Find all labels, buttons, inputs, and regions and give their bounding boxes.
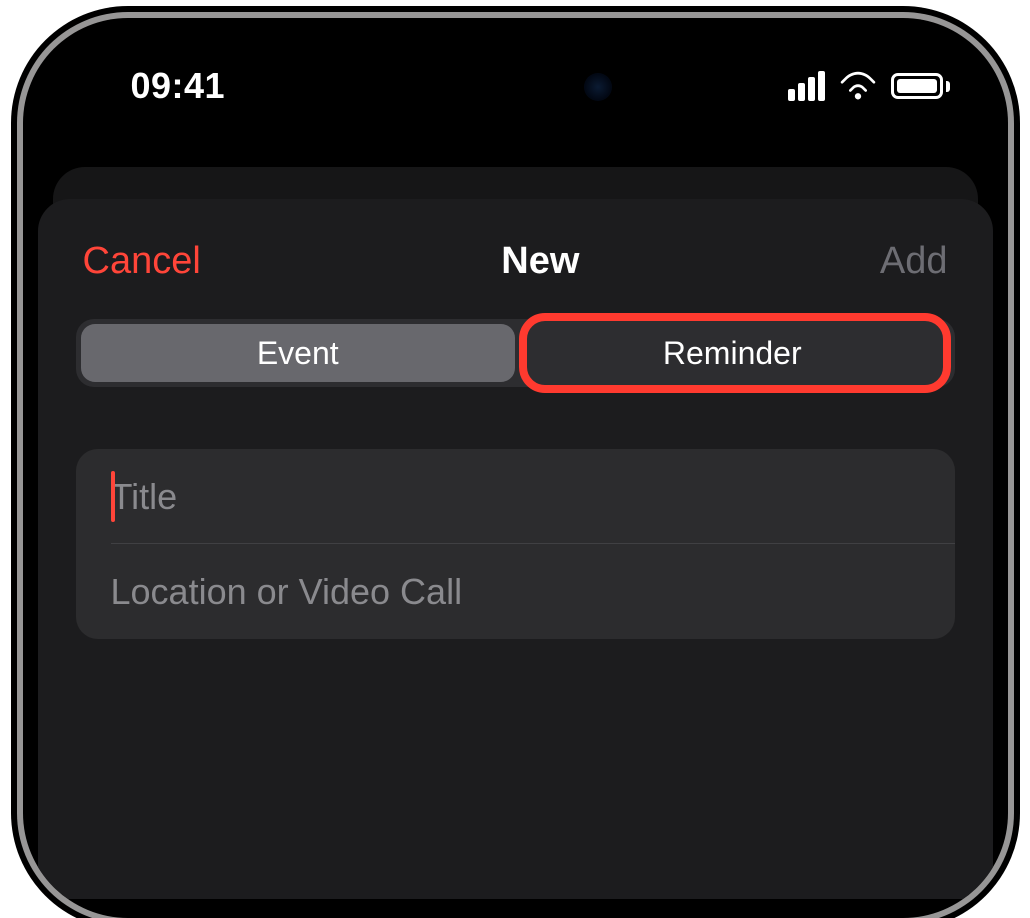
title-input[interactable]	[111, 476, 920, 518]
cellular-icon	[788, 71, 825, 101]
modal-title: New	[501, 240, 579, 283]
add-button[interactable]: Add	[880, 240, 948, 283]
segment-reminder[interactable]: Reminder	[515, 324, 950, 382]
status-icons	[788, 71, 950, 101]
modal-header: Cancel New Add	[38, 231, 993, 291]
cancel-button[interactable]: Cancel	[83, 240, 201, 283]
title-row[interactable]	[76, 449, 955, 544]
details-form-group	[76, 449, 955, 639]
phone-frame: 09:41 Cancel New Add Event Reminder	[23, 18, 1008, 918]
wifi-icon	[839, 71, 877, 101]
dynamic-island	[365, 54, 665, 120]
type-segmented-control: Event Reminder	[76, 319, 955, 387]
text-cursor	[111, 471, 115, 522]
new-event-modal: Cancel New Add Event Reminder	[38, 199, 993, 899]
status-time: 09:41	[131, 65, 226, 107]
location-input[interactable]	[111, 571, 920, 613]
segment-event[interactable]: Event	[81, 324, 516, 382]
location-row[interactable]	[76, 544, 955, 639]
battery-icon	[891, 73, 950, 99]
front-camera	[584, 73, 612, 101]
